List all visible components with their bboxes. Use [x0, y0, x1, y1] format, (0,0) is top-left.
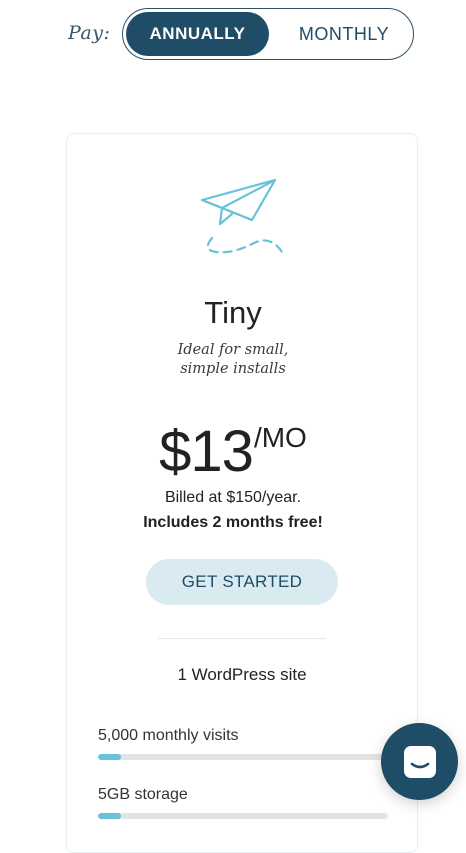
plan-description-line-1: Ideal for small,: [177, 342, 289, 358]
get-started-button[interactable]: GET STARTED: [146, 559, 338, 605]
plan-name: Tiny: [204, 295, 262, 330]
price-amount: $13: [159, 419, 254, 484]
pay-toggle-row: Pay: ANNUALLY MONTHLY: [0, 8, 466, 62]
plan-price: $13/MO: [0, 418, 466, 485]
annually-option[interactable]: ANNUALLY: [126, 12, 269, 56]
billing-toggle: ANNUALLY MONTHLY: [122, 8, 414, 60]
pay-label: Pay:: [68, 22, 111, 44]
sites-feature: 1 WordPress site: [177, 665, 307, 684]
divider: [158, 638, 326, 639]
monthly-option[interactable]: MONTHLY: [279, 12, 409, 56]
price-period: /MO: [253, 422, 307, 453]
plan-description-line-2: simple installs: [180, 361, 286, 377]
visits-bar: [98, 754, 388, 760]
visits-usage: 5,000 monthly visits: [98, 727, 388, 760]
storage-bar: [98, 813, 388, 819]
chat-icon: [403, 745, 436, 778]
storage-usage: 5GB storage: [98, 786, 388, 819]
includes-note: Includes 2 months free!: [143, 514, 323, 531]
visits-label: 5,000 monthly visits: [98, 727, 239, 744]
billing-note: Billed at $150/year.: [164, 489, 302, 506]
visits-bar-fill: [98, 754, 122, 760]
storage-bar-fill: [98, 813, 122, 819]
chat-button[interactable]: [381, 723, 458, 800]
storage-label: 5GB storage: [98, 786, 188, 803]
plan-description: Ideal for small, simple installs: [0, 341, 466, 379]
paper-plane-icon: [200, 178, 284, 254]
